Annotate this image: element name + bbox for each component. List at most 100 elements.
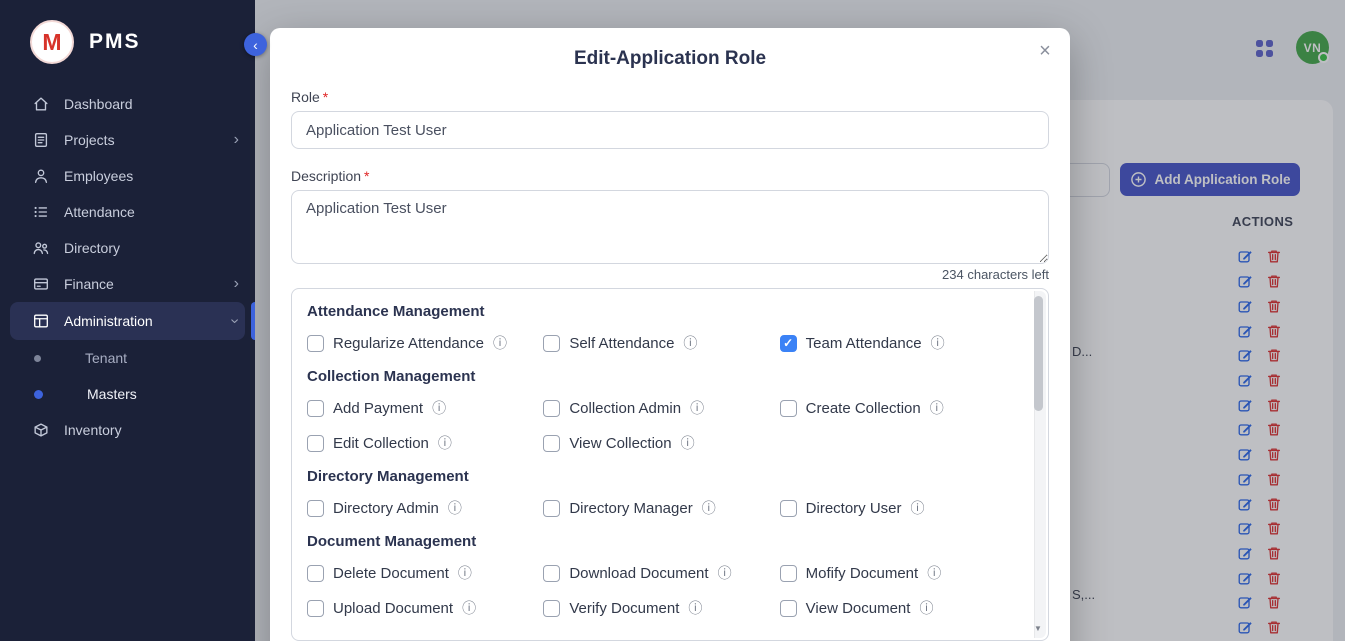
- info-icon: ⓘ: [432, 398, 446, 418]
- permission-delete-document[interactable]: Delete Documentⓘ: [307, 563, 543, 583]
- permission-group-title: Document Management: [307, 533, 1016, 550]
- info-icon: ⓘ: [690, 398, 704, 418]
- info-icon: ⓘ: [448, 498, 462, 518]
- checkbox-icon[interactable]: [543, 500, 560, 517]
- permission-edit-collection[interactable]: Edit Collection ⓘ: [307, 433, 543, 453]
- permission-group: Directory ManagementDirectory AdminⓘDire…: [307, 468, 1016, 518]
- checkbox-icon[interactable]: [307, 565, 324, 582]
- sidebar-item-directory[interactable]: Directory: [0, 230, 255, 266]
- checkbox-icon[interactable]: [307, 435, 324, 452]
- scrollbar-thumb[interactable]: [1034, 296, 1043, 411]
- sidebar-item-attendance[interactable]: Attendance: [0, 194, 255, 230]
- required-mark: *: [364, 168, 369, 184]
- permission-view-document[interactable]: View Document ⓘ: [780, 598, 1016, 618]
- permission-label: Collection Admin: [569, 400, 681, 417]
- description-textarea[interactable]: [291, 190, 1049, 264]
- role-input[interactable]: [291, 111, 1049, 149]
- permission-regularize-attendance[interactable]: Regularize Attendanceⓘ: [307, 333, 543, 353]
- inventory-icon: [32, 421, 50, 439]
- info-icon: ⓘ: [458, 563, 472, 583]
- sidebar: M PMS Dashboard Projects›Employees Attenda…: [0, 0, 255, 641]
- logo-icon: M: [30, 20, 74, 64]
- projects-icon: [32, 131, 50, 149]
- sidebar-item-label: Dashboard: [64, 96, 239, 112]
- sidebar-collapse-button[interactable]: ‹: [244, 33, 267, 56]
- permission-view-collection[interactable]: View Collection ⓘ: [543, 433, 779, 453]
- checkbox-icon[interactable]: [780, 600, 797, 617]
- sidebar-item-projects[interactable]: Projects›: [0, 122, 255, 158]
- checkbox-icon[interactable]: [307, 600, 324, 617]
- close-icon[interactable]: ×: [1030, 36, 1060, 66]
- info-icon: ⓘ: [919, 598, 933, 618]
- permission-create-collection[interactable]: Create Collectionⓘ: [780, 398, 1016, 418]
- permission-label: View Document: [806, 600, 911, 617]
- required-mark: *: [323, 89, 328, 105]
- permission-upload-document[interactable]: Upload Document ⓘ: [307, 598, 543, 618]
- info-icon: ⓘ: [683, 333, 697, 353]
- checkbox-icon[interactable]: [780, 400, 797, 417]
- people-icon: [32, 239, 50, 257]
- info-icon: ⓘ: [681, 433, 695, 453]
- permission-verify-document[interactable]: Verify Documentⓘ: [543, 598, 779, 618]
- checkbox-icon[interactable]: [780, 565, 797, 582]
- info-icon: ⓘ: [702, 498, 716, 518]
- permission-label: Directory Manager: [569, 500, 692, 517]
- permission-team-attendance[interactable]: ✓Team Attendanceⓘ: [780, 333, 1016, 353]
- sidebar-item-tenant[interactable]: Tenant: [0, 340, 255, 376]
- info-icon: ⓘ: [927, 563, 941, 583]
- checkbox-icon[interactable]: [543, 435, 560, 452]
- checkbox-icon[interactable]: [543, 400, 560, 417]
- permission-directory-user[interactable]: Directory Userⓘ: [780, 498, 1016, 518]
- sidebar-item-masters[interactable]: Masters: [0, 376, 255, 412]
- edit-application-role-modal: × Edit-Application Role Role* Descriptio…: [270, 28, 1070, 641]
- permission-add-payment[interactable]: Add Payment ⓘ: [307, 398, 543, 418]
- brand-name: PMS: [89, 30, 141, 54]
- permission-directory-admin[interactable]: Directory Adminⓘ: [307, 498, 543, 518]
- scrollbar-track[interactable]: ▼: [1034, 291, 1046, 638]
- permission-label: Download Document: [569, 565, 708, 582]
- checkbox-icon[interactable]: [543, 600, 560, 617]
- checkbox-icon[interactable]: [307, 400, 324, 417]
- sidebar-item-label: Finance: [64, 276, 220, 292]
- permission-group: Attendance Management Regularize Attendan…: [307, 303, 1016, 353]
- scrollbar-down-arrow-icon[interactable]: ▼: [1032, 621, 1044, 636]
- permission-label: Mofify Document: [806, 565, 919, 582]
- info-icon: ⓘ: [718, 563, 732, 583]
- permission-self-attendance[interactable]: Self Attendanceⓘ: [543, 333, 779, 353]
- checkbox-icon[interactable]: [307, 335, 324, 352]
- modal-title: Edit-Application Role: [291, 48, 1049, 70]
- permission-label: Upload Document: [333, 600, 453, 617]
- role-label: Role*: [291, 89, 1049, 105]
- finance-icon: [32, 275, 50, 293]
- permission-label: Add Payment: [333, 400, 423, 417]
- sidebar-item-administration[interactable]: Administration›: [10, 302, 245, 340]
- checkbox-icon[interactable]: [543, 335, 560, 352]
- characters-left-counter: 234 characters left: [291, 267, 1049, 282]
- permission-download-document[interactable]: Download Document ⓘ: [543, 563, 779, 583]
- checkbox-icon[interactable]: ✓: [780, 335, 797, 352]
- checkbox-icon[interactable]: [780, 500, 797, 517]
- checkbox-icon[interactable]: [543, 565, 560, 582]
- sidebar-item-label: Attendance: [64, 204, 239, 220]
- bullet-icon: [34, 390, 43, 399]
- info-icon: ⓘ: [462, 598, 476, 618]
- chevron-right-icon: ›: [234, 276, 239, 292]
- sidebar-item-employees[interactable]: Employees: [0, 158, 255, 194]
- permission-collection-admin[interactable]: Collection Admin ⓘ: [543, 398, 779, 418]
- permission-group-title: Attendance Management: [307, 303, 1016, 320]
- sidebar-item-label: Administration: [64, 313, 218, 329]
- sidebar-item-label: Masters: [87, 386, 239, 402]
- logo: M PMS: [0, 0, 255, 80]
- info-icon: ⓘ: [911, 498, 925, 518]
- permission-label: Edit Collection: [333, 435, 429, 452]
- checkbox-icon[interactable]: [307, 500, 324, 517]
- permission-label: View Collection: [569, 435, 671, 452]
- info-icon: ⓘ: [438, 433, 452, 453]
- sidebar-item-finance[interactable]: Finance ›: [0, 266, 255, 302]
- logo-letter: M: [42, 29, 61, 56]
- description-label: Description*: [291, 168, 1049, 184]
- permission-directory-manager[interactable]: Directory Manager ⓘ: [543, 498, 779, 518]
- permission-mofify-document[interactable]: Mofify Document ⓘ: [780, 563, 1016, 583]
- sidebar-item-inventory[interactable]: Inventory: [0, 412, 255, 448]
- sidebar-item-dashboard[interactable]: Dashboard: [0, 86, 255, 122]
